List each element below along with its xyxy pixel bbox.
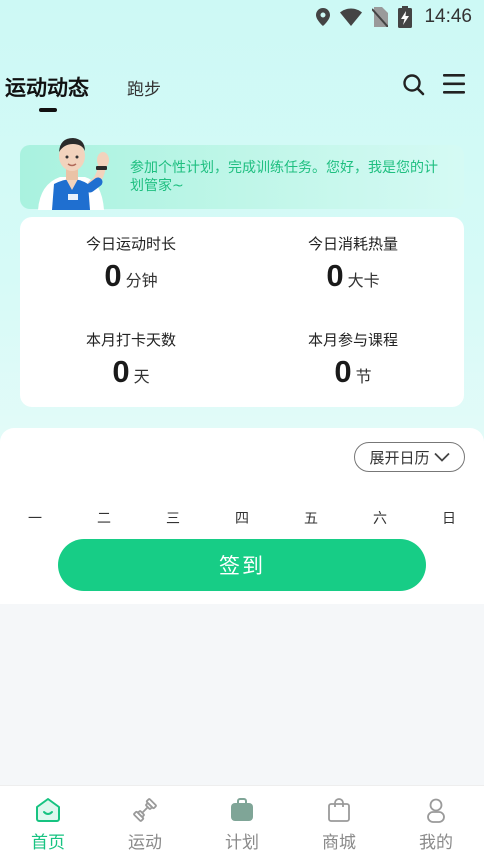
stat-unit: 节 [355,367,372,386]
stat-unit: 天 [133,367,150,386]
location-icon [316,8,331,26]
stat-value: 0 [334,354,352,389]
nav-item-sports[interactable]: 运动 [110,796,180,853]
plan-bag-icon [229,796,255,824]
weekday-label: 三 [166,511,180,527]
stat-label: 本月参与课程 [307,331,398,349]
weekday-label: 一 [28,511,42,527]
battery-charging-icon [398,6,413,28]
menu-icon[interactable] [443,73,465,99]
stat-today-calories: 今日消耗热量 0 大卡 [242,233,464,294]
stat-label: 今日消耗热量 [307,235,398,253]
weekday-label: 五 [304,511,318,527]
weekday-label: 日 [442,511,456,527]
nav-item-mall[interactable]: 商城 [304,796,374,853]
active-tab-indicator [39,108,57,112]
stat-month-courses: 本月参与课程 0 节 [242,329,464,390]
status-bar: 14:46 [0,0,484,34]
nav-label: 我的 [419,833,453,853]
dumbbell-icon [132,796,158,824]
weekday-row: 一 二 三 四 五 六 日 [0,508,484,528]
stat-month-checkin-days: 本月打卡天数 0 天 [20,329,242,390]
stat-value: 0 [104,258,122,293]
chevron-down-icon [433,448,450,466]
banner-text: 参加个性计划，完成训练任务。您好，我是您的计划管家~ [130,160,438,194]
nav-item-home[interactable]: 首页 [13,796,83,853]
search-icon[interactable] [402,73,426,101]
plan-manager-avatar [30,122,120,212]
stat-label: 今日运动时长 [85,235,176,253]
stat-value: 0 [326,258,344,293]
nav-label: 商城 [322,833,356,853]
stat-unit: 分钟 [125,271,158,290]
stat-value: 0 [112,354,130,389]
tab-running[interactable]: 跑步 [127,75,161,100]
wifi-icon [340,8,363,26]
no-sim-icon [372,7,389,27]
home-icon [35,796,61,824]
stat-today-duration: 今日运动时长 0 分钟 [20,233,242,294]
bottom-nav: 首页 运动 计划 商城 我的 [0,785,484,862]
nav-item-plan[interactable]: 计划 [207,796,277,853]
profile-icon [423,796,449,824]
calendar-panel: 展开日历 一 二 三 四 五 六 日 签到 [0,428,484,604]
nav-label: 运动 [128,833,162,853]
checkin-button[interactable]: 签到 [58,539,426,591]
weekday-label: 四 [235,511,249,527]
shopping-bag-icon [326,796,352,824]
stat-label: 本月打卡天数 [85,331,176,349]
weekday-label: 六 [373,511,387,527]
expand-calendar-label: 展开日历 [369,448,430,467]
stats-card: 今日运动时长 0 分钟 今日消耗热量 0 大卡 本月打卡天数 0 天 本月参与课… [20,217,464,407]
header: 运动动态 跑步 [0,66,484,112]
weekday-label: 二 [97,511,111,527]
stat-unit: 大卡 [347,271,380,290]
status-time: 14:46 [424,6,472,27]
nav-item-mine[interactable]: 我的 [401,796,471,853]
expand-calendar-button[interactable]: 展开日历 [354,442,465,472]
tab-sports-dynamics[interactable]: 运动动态 [5,72,89,102]
nav-label: 计划 [225,833,259,853]
nav-label: 首页 [31,833,65,853]
